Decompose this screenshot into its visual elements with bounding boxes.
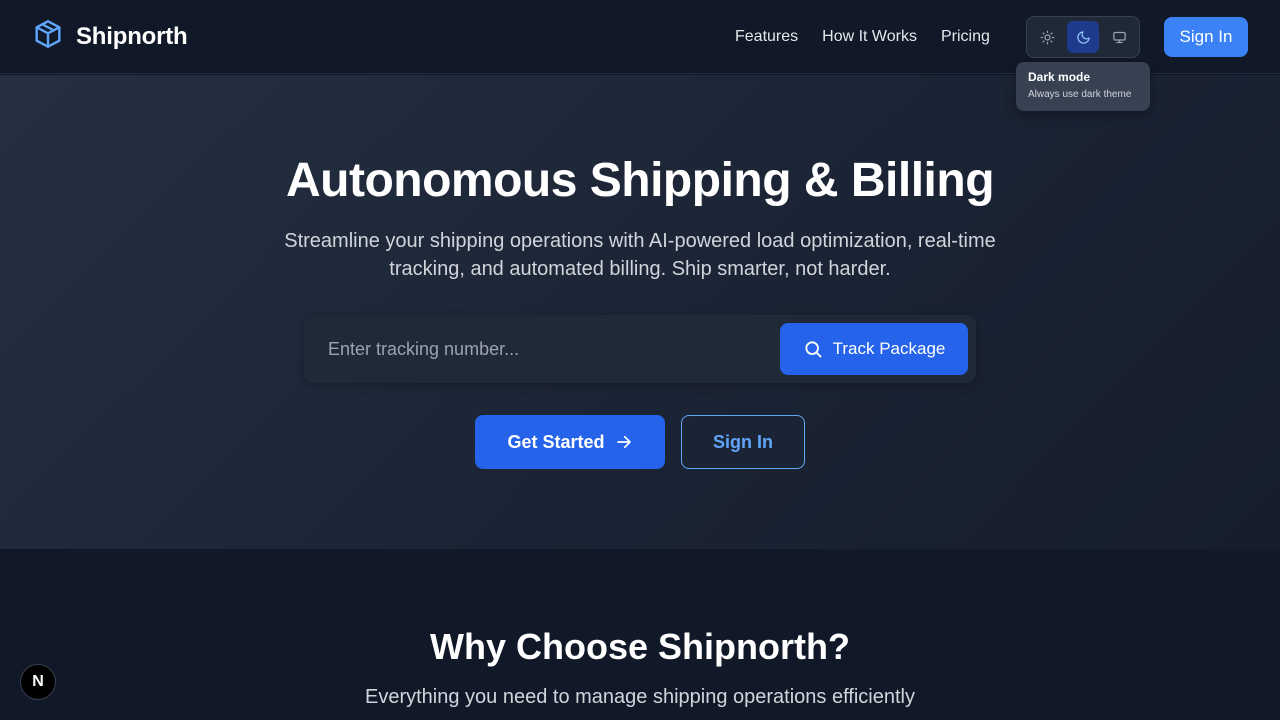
tooltip-description: Always use dark theme: [1028, 89, 1132, 100]
track-package-button[interactable]: Track Package: [780, 323, 968, 375]
get-started-label: Get Started: [507, 431, 605, 452]
nav-link-how-it-works[interactable]: How It Works: [822, 28, 917, 46]
brand-name: Shipnorth: [76, 22, 188, 50]
search-icon: [805, 341, 822, 358]
theme-system-button[interactable]: [1103, 21, 1135, 53]
hero-sign-in-button[interactable]: Sign In: [681, 415, 805, 469]
main-nav: Features How It Works Pricing: [735, 0, 990, 74]
theme-switcher: [1026, 16, 1140, 58]
tracking-number-input[interactable]: [328, 333, 758, 365]
header-sign-in-button[interactable]: Sign In: [1164, 17, 1248, 57]
hero-title: Autonomous Shipping & Billing: [285, 154, 995, 207]
features-subtitle: Everything you need to manage shipping o…: [365, 686, 915, 708]
tooltip-title: Dark mode: [1028, 70, 1091, 84]
moon-icon: [1076, 30, 1090, 44]
nav-link-features[interactable]: Features: [735, 28, 798, 46]
theme-tooltip: Dark mode Always use dark theme: [1016, 62, 1150, 111]
features-title: Why Choose Shipnorth?: [430, 626, 850, 667]
tracking-form: Track Package: [304, 315, 976, 383]
brand[interactable]: Shipnorth: [32, 18, 188, 55]
package-cube-icon: [32, 18, 64, 55]
arrow-right-icon: [616, 435, 631, 449]
get-started-button[interactable]: Get Started: [475, 415, 665, 469]
track-package-label: Track Package: [832, 339, 946, 358]
theme-light-button[interactable]: [1031, 21, 1063, 53]
theme-dark-button[interactable]: [1067, 21, 1099, 53]
monitor-icon: [1112, 31, 1126, 43]
nav-link-pricing[interactable]: Pricing: [941, 28, 990, 46]
hero-section: Autonomous Shipping & Billing Streamline…: [0, 75, 1280, 549]
dev-badge-icon[interactable]: N: [20, 664, 56, 700]
sun-icon: [1040, 30, 1054, 44]
hero-subtitle: Streamline your shipping operations with…: [284, 230, 996, 280]
